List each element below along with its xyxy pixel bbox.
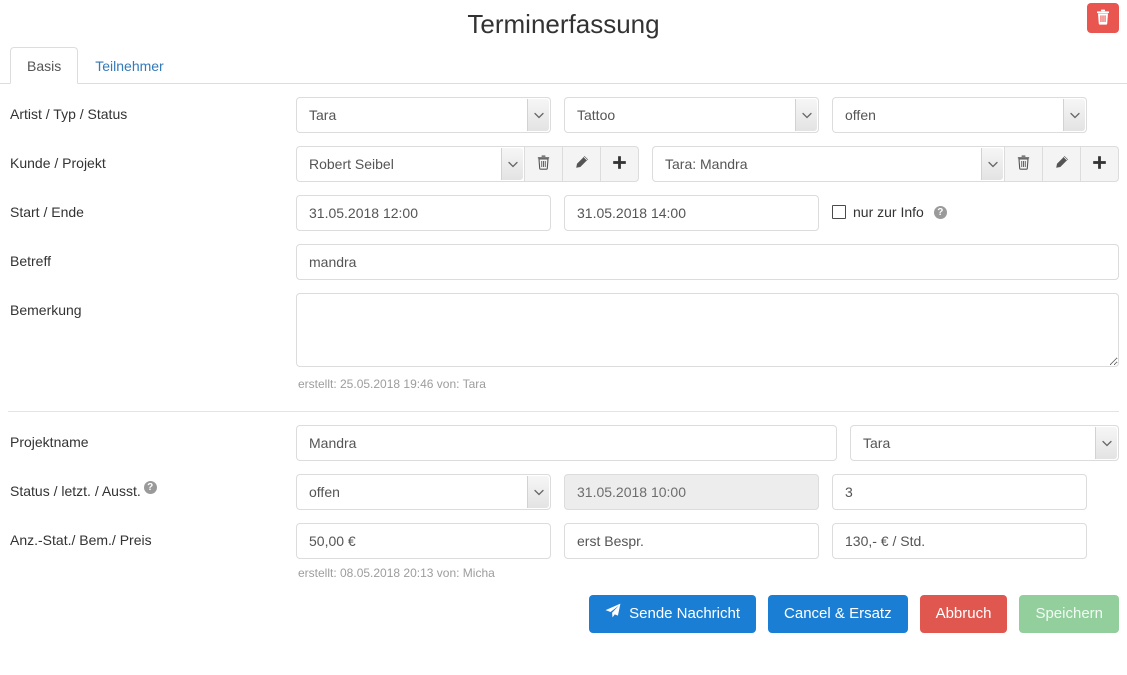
page-title: Terminerfassung <box>467 9 660 39</box>
tab-bar: Basis Teilnehmer <box>0 47 1127 84</box>
delete-appointment-button[interactable] <box>1087 3 1119 33</box>
trash-icon <box>1017 155 1030 173</box>
info-only-label: nur zur Info <box>853 204 924 220</box>
row-kunde-projekt: Kunde / Projekt Robert Seibel Tara: Mand… <box>8 146 1119 182</box>
status-select[interactable]: offen <box>832 97 1087 133</box>
projekt-add-button[interactable] <box>1081 146 1119 182</box>
info-only-checkbox-group: nur zur Info ? <box>832 195 1087 221</box>
chevron-down-icon <box>527 476 549 508</box>
chevron-down-icon <box>981 148 1003 180</box>
pencil-icon <box>574 155 589 173</box>
projekt-owner-select-value: Tara <box>863 435 891 451</box>
kunde-select-value: Robert Seibel <box>309 156 394 172</box>
label-artist-typ-status: Artist / Typ / Status <box>10 106 128 122</box>
betreff-input[interactable] <box>296 244 1119 280</box>
artist-select-value: Tara <box>309 107 337 123</box>
project-status-select[interactable]: offen <box>296 474 551 510</box>
projekt-select[interactable]: Tara: Mandra <box>652 146 1005 182</box>
label-anzahlung-bemerkung-preis: Anz.-Stat./ Bem./ Preis <box>10 532 152 548</box>
abort-button[interactable]: Abbruch <box>919 595 1008 633</box>
bemerkung-textarea[interactable] <box>296 293 1119 367</box>
label-status-letzte-ausstehend: Status / letzt. / Ausst.? <box>8 474 296 501</box>
tab-basis[interactable]: Basis <box>10 47 79 84</box>
page-header: Terminerfassung <box>0 0 1127 48</box>
trash-icon <box>1096 9 1110 28</box>
info-only-checkbox[interactable] <box>832 205 846 219</box>
question-circle-icon[interactable]: ? <box>933 205 947 219</box>
letzte-sitzung-input <box>564 474 819 510</box>
projekt-delete-button[interactable] <box>1005 146 1043 182</box>
projektname-input[interactable] <box>296 425 837 461</box>
artist-select[interactable]: Tara <box>296 97 551 133</box>
pencil-icon <box>1054 155 1069 173</box>
label-projektname: Projektname <box>10 434 89 450</box>
row-betreff: Betreff <box>8 244 1119 280</box>
projekt-owner-select[interactable]: Tara <box>850 425 1119 461</box>
kunde-select[interactable]: Robert Seibel <box>296 146 525 182</box>
plus-icon <box>1092 155 1107 173</box>
chevron-down-icon <box>795 99 817 131</box>
ausstehend-input[interactable] <box>832 474 1087 510</box>
kunde-delete-button[interactable] <box>525 146 563 182</box>
tab-teilnehmer[interactable]: Teilnehmer <box>78 47 180 84</box>
projekt-edit-button[interactable] <box>1043 146 1081 182</box>
anzahlung-input[interactable] <box>296 523 551 559</box>
plus-icon <box>612 155 627 173</box>
chevron-down-icon <box>1095 427 1117 459</box>
typ-select-value: Tattoo <box>577 107 616 123</box>
label-start-ende: Start / Ende <box>10 204 84 220</box>
save-button[interactable]: Speichern <box>1019 595 1119 633</box>
label-status-text: Status / letzt. / Ausst. <box>10 483 141 499</box>
kunde-add-button[interactable] <box>601 146 639 182</box>
projekt-input-group: Tara: Mandra <box>652 146 1119 182</box>
send-message-button[interactable]: Sende Nachricht <box>589 595 757 633</box>
status-select-value: offen <box>845 107 876 123</box>
row-bemerkung: Bemerkung erstellt: 25.05.2018 19:46 von… <box>8 293 1119 392</box>
question-circle-icon[interactable]: ? <box>143 481 157 495</box>
projekt-select-value: Tara: Mandra <box>665 156 748 172</box>
row-start-ende: Start / Ende nur zur Info ? <box>8 195 1119 231</box>
row-status-letzte-ausstehend: Status / letzt. / Ausst.? offen <box>8 474 1119 510</box>
row-projektname: Projektname Tara <box>8 425 1119 461</box>
appointment-form: Artist / Typ / Status Tara Tattoo offen … <box>0 97 1127 581</box>
typ-select[interactable]: Tattoo <box>564 97 819 133</box>
row-artist-typ-status: Artist / Typ / Status Tara Tattoo offen <box>8 97 1119 133</box>
kunde-edit-button[interactable] <box>563 146 601 182</box>
row-anzahlung-bemerkung-preis: Anz.-Stat./ Bem./ Preis erstellt: 08.05.… <box>8 523 1119 581</box>
chevron-down-icon <box>527 99 549 131</box>
label-bemerkung: Bemerkung <box>10 302 82 318</box>
project-created-info: erstellt: 08.05.2018 20:13 von: Micha <box>298 566 495 580</box>
trash-icon <box>537 155 550 173</box>
chevron-down-icon <box>501 148 523 180</box>
project-status-select-value: offen <box>309 484 340 500</box>
section-divider <box>8 411 1119 412</box>
chevron-down-icon <box>1063 99 1085 131</box>
kunde-input-group: Robert Seibel <box>296 146 639 182</box>
bemerkung-created-info: erstellt: 25.05.2018 19:46 von: Tara <box>298 377 486 391</box>
anzahlung-bemerkung-input[interactable] <box>564 523 819 559</box>
cancel-and-replace-button[interactable]: Cancel & Ersatz <box>768 595 908 633</box>
form-actions: Sende Nachricht Cancel & Ersatz Abbruch … <box>0 581 1127 633</box>
label-betreff: Betreff <box>10 253 51 269</box>
ende-datetime-input[interactable] <box>564 195 819 231</box>
preis-input[interactable] <box>832 523 1087 559</box>
label-kunde-projekt: Kunde / Projekt <box>10 155 106 171</box>
start-datetime-input[interactable] <box>296 195 551 231</box>
paper-plane-icon <box>605 595 621 633</box>
send-message-label: Sende Nachricht <box>629 605 741 622</box>
